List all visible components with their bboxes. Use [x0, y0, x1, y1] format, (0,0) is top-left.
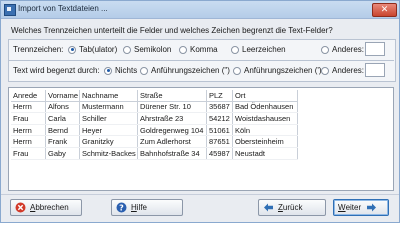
radio-semikolon[interactable]: Semikolon	[123, 45, 171, 54]
radio-tab-label: Tab(ulator)	[79, 45, 118, 54]
radio-separator-other-label: Anderes:	[332, 45, 365, 54]
column-header[interactable]: Nachname	[79, 90, 138, 102]
footer-divider	[1, 194, 399, 195]
cancel-button[interactable]: Abbrechen	[10, 199, 82, 216]
table-cell: Bad Ödenhausen	[232, 101, 298, 114]
table-cell: Schmitz-Backes	[79, 147, 138, 160]
preview-grid: Anrede Vorname Nachname Straße PLZ Ort H…	[11, 90, 298, 160]
table-cell: Gaby	[45, 147, 80, 160]
arrow-left-icon	[263, 202, 274, 213]
table-header-row: Anrede Vorname Nachname Straße PLZ Ort	[11, 90, 298, 102]
cancel-icon	[15, 202, 26, 213]
column-header[interactable]: Straße	[137, 90, 207, 102]
radio-double-quote-label: Anführungszeichen (")	[151, 66, 230, 75]
column-header[interactable]: Anrede	[11, 90, 46, 102]
table-cell: 51061	[206, 124, 233, 137]
table-cell: 87651	[206, 135, 233, 148]
radio-qualifier-other[interactable]: Anderes:	[321, 66, 364, 75]
next-button[interactable]: Weiter	[333, 199, 389, 216]
table-cell: Bernd	[45, 124, 80, 137]
table-cell: Mustermann	[79, 101, 138, 114]
cancel-label: bbrechen	[35, 203, 69, 212]
radio-nichts-label: Nichts	[115, 66, 138, 75]
table-cell: 35687	[206, 101, 233, 114]
radio-komma[interactable]: Komma	[179, 45, 218, 54]
separator-label: Trennzeichen:	[13, 45, 64, 54]
radio-double-quote[interactable]: Anführungszeichen (")	[140, 66, 230, 75]
window-title: Import von Textdateien ...	[18, 4, 108, 13]
radio-single-quote[interactable]: Anführungszeichen (')	[233, 66, 322, 75]
table-row[interactable]: Herrn Bernd Heyer Goldregenweg 104 51061…	[11, 124, 298, 137]
table-cell: Frau	[11, 147, 46, 160]
radio-nichts-indicator[interactable]	[104, 66, 112, 75]
radio-tab-indicator[interactable]	[68, 45, 76, 54]
panel-divider	[8, 60, 394, 61]
help-label: ilfe	[136, 203, 148, 212]
back-button[interactable]: Zurück	[258, 199, 326, 216]
radio-single-quote-label: Anführungszeichen (')	[244, 66, 322, 75]
table-cell: Carla	[45, 112, 80, 125]
column-header[interactable]: Ort	[232, 90, 298, 102]
table-cell: Granitzky	[79, 135, 138, 148]
svg-text:?: ?	[119, 203, 124, 212]
table-cell: Herrn	[11, 135, 46, 148]
next-mnemonic: W	[338, 203, 346, 212]
radio-semikolon-indicator[interactable]	[123, 45, 131, 54]
table-cell: Schiller	[79, 112, 138, 125]
table-cell: Zum Adlerhorst	[137, 135, 207, 148]
table-cell: Frau	[11, 112, 46, 125]
table-row[interactable]: Frau Carla Schiller Ahrstraße 23 54212 W…	[11, 112, 298, 125]
text-qualifier-label: Text wird begenzt durch:	[13, 66, 100, 75]
table-cell: Neustadt	[232, 147, 298, 160]
radio-leerzeichen[interactable]: Leerzeichen	[231, 45, 286, 54]
table-row[interactable]: Herrn Frank Granitzky Zum Adlerhorst 876…	[11, 135, 298, 148]
help-icon: ?	[116, 202, 127, 213]
table-cell: Bahnhofstraße 34	[137, 147, 207, 160]
table-cell: Alfons	[45, 101, 80, 114]
table-cell: 45987	[206, 147, 233, 160]
table-cell: Köln	[232, 124, 298, 137]
table-cell: Herrn	[11, 101, 46, 114]
table-cell: Obersteinheim	[232, 135, 298, 148]
radio-qualifier-other-label: Anderes:	[332, 66, 365, 75]
radio-single-quote-indicator[interactable]	[233, 66, 241, 75]
separator-other-input[interactable]	[365, 42, 385, 56]
radio-komma-indicator[interactable]	[179, 45, 187, 54]
radio-separator-other[interactable]: Anderes:	[321, 45, 364, 54]
back-label: urück	[282, 203, 303, 212]
import-dialog: Import von Textdateien ... ✕ Welches Tre…	[0, 0, 400, 223]
table-cell: Herrn	[11, 124, 46, 137]
table-row[interactable]: Frau Gaby Schmitz-Backes Bahnhofstraße 3…	[11, 147, 298, 160]
radio-komma-label: Komma	[190, 45, 218, 54]
radio-tab[interactable]: Tab(ulator)	[68, 45, 117, 54]
table-cell: 54212	[206, 112, 233, 125]
help-button[interactable]: ? Hilfe	[111, 199, 183, 216]
radio-semikolon-label: Semikolon	[134, 45, 172, 54]
column-header[interactable]: Vorname	[45, 90, 80, 102]
table-cell: Goldregenweg 104	[137, 124, 207, 137]
table-cell: Heyer	[79, 124, 138, 137]
table-cell: Ahrstraße 23	[137, 112, 207, 125]
radio-leerzeichen-indicator[interactable]	[231, 45, 239, 54]
radio-nichts[interactable]: Nichts	[104, 66, 137, 75]
app-icon	[4, 4, 16, 16]
radio-double-quote-indicator[interactable]	[140, 66, 148, 75]
qualifier-other-input[interactable]	[365, 63, 385, 77]
preview-table[interactable]: Anrede Vorname Nachname Straße PLZ Ort H…	[8, 87, 394, 191]
table-cell: Woistdashausen	[232, 112, 298, 125]
title-bar[interactable]: Import von Textdateien ... ✕	[1, 1, 399, 19]
table-row[interactable]: Herrn Alfons Mustermann Dürener Str. 10 …	[11, 101, 298, 114]
next-label: eiter	[345, 203, 362, 212]
radio-leerzeichen-label: Leerzeichen	[242, 45, 286, 54]
arrow-right-icon	[366, 202, 377, 213]
table-cell: Frank	[45, 135, 80, 148]
radio-separator-other-indicator[interactable]	[321, 45, 329, 54]
column-header[interactable]: PLZ	[206, 90, 233, 102]
table-cell: Dürener Str. 10	[137, 101, 207, 114]
radio-qualifier-other-indicator[interactable]	[321, 66, 329, 75]
question-text: Welches Trennzeichen unterteilt die Feld…	[11, 26, 333, 35]
close-button[interactable]: ✕	[372, 3, 397, 17]
